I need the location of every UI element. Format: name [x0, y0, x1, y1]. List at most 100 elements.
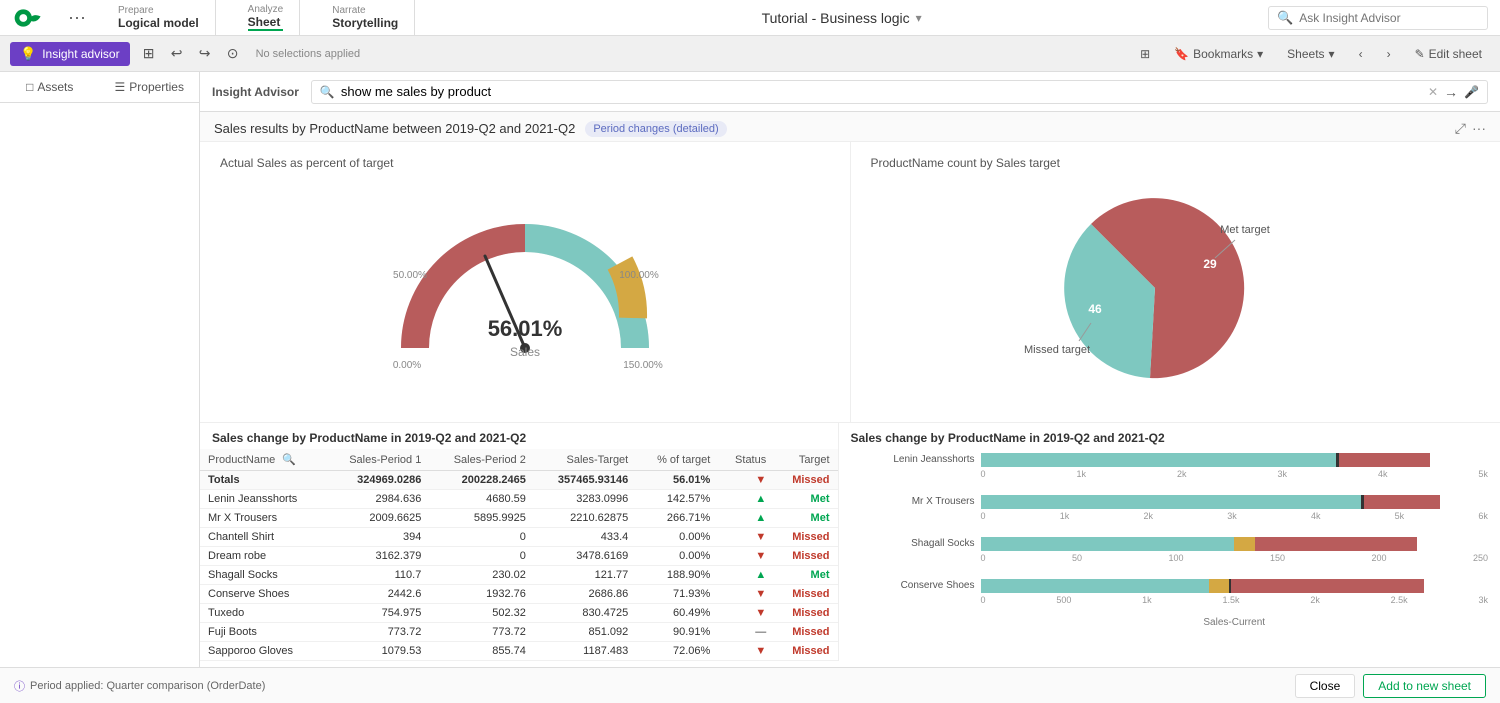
totals-row: Totals 324969.0286 200228.2465 357465.93… — [200, 471, 838, 490]
row-period2: 230.02 — [429, 566, 534, 585]
nav-prepare[interactable]: Prepare Logical model — [102, 0, 216, 35]
row-pct: 142.57% — [636, 490, 718, 509]
row-period2: 0 — [429, 528, 534, 547]
insight-search-input[interactable] — [341, 84, 1422, 99]
grid-view-button[interactable]: ⊞ — [1132, 44, 1158, 64]
row-period2: 0 — [429, 547, 534, 566]
close-button[interactable]: Close — [1295, 674, 1356, 698]
row-period1: 1079.53 — [325, 642, 430, 661]
more-options-icon[interactable]: ··· — [1472, 120, 1486, 137]
svg-text:Sales: Sales — [510, 345, 540, 359]
nav-left-button[interactable]: ‹ — [1351, 44, 1371, 64]
bar-red-4 — [1231, 579, 1424, 593]
svg-text:50.00%: 50.00% — [393, 270, 427, 281]
nav-right-button[interactable]: › — [1379, 44, 1399, 64]
insight-advisor-icon: 💡 — [20, 46, 36, 62]
nav-more-icon[interactable]: ··· — [68, 7, 86, 28]
totals-status: Missed — [774, 471, 837, 490]
bar-3 — [981, 537, 1489, 551]
col-status: Status — [718, 449, 774, 471]
bottom-section: Sales change by ProductName in 2019-Q2 a… — [200, 422, 1500, 661]
edit-sheet-button[interactable]: ✎ Edit sheet — [1407, 44, 1490, 64]
row-target: 1187.483 — [534, 642, 636, 661]
properties-tab[interactable]: ☰ Properties — [100, 72, 200, 102]
row-trend: ▼ — [718, 604, 774, 623]
nav-narrate[interactable]: Narrate Storytelling — [316, 0, 415, 35]
selections-icon[interactable]: ⊞ — [138, 43, 160, 65]
insight-advisor-button[interactable]: 💡 Insight advisor — [10, 42, 130, 66]
totals-pct: 56.01% — [636, 471, 718, 490]
period-badge: Period changes (detailed) — [585, 121, 726, 137]
row-name: Mr X Trousers — [200, 509, 325, 528]
svg-text:29: 29 — [1204, 257, 1218, 271]
row-status: Missed — [774, 528, 837, 547]
row-period2: 855.74 — [429, 642, 534, 661]
ask-insight-search[interactable]: 🔍 — [1268, 6, 1488, 30]
row-period2: 502.32 — [429, 604, 534, 623]
totals-name: Totals — [200, 471, 325, 490]
svg-text:150.00%: 150.00% — [623, 360, 663, 371]
row-period1: 2984.636 — [325, 490, 430, 509]
add-to-new-sheet-button[interactable]: Add to new sheet — [1363, 674, 1486, 698]
bar-1 — [981, 453, 1489, 467]
clear-search-icon[interactable]: ✕ — [1428, 85, 1438, 99]
table-row: Dream robe 3162.379 0 3478.6169 0.00% ▼ … — [200, 547, 838, 566]
redo-icon[interactable]: ↪ — [194, 43, 216, 65]
row-status: Missed — [774, 642, 837, 661]
voice-search-icon[interactable]: 🎤 — [1464, 85, 1479, 99]
footer-info: ⓘ Period applied: Quarter comparison (Or… — [14, 678, 265, 694]
x-axis-2: 01k2k3k4k5k6k — [981, 511, 1489, 521]
col-period2: Sales-Period 2 — [429, 449, 534, 471]
toolbar-icons: ⊞ ↩ ↪ ⊙ — [138, 43, 244, 65]
totals-period2: 200228.2465 — [429, 471, 534, 490]
svg-text:56.01%: 56.01% — [487, 316, 562, 341]
svg-text:100.00%: 100.00% — [619, 270, 659, 281]
row-pct: 266.71% — [636, 509, 718, 528]
nav-analyze[interactable]: Analyze Sheet — [232, 0, 301, 35]
bar-red-1 — [1339, 453, 1430, 467]
search-magnifier-icon: 🔍 — [320, 85, 335, 99]
row-trend: ▼ — [718, 547, 774, 566]
insight-advisor-title: Insight Advisor — [200, 85, 311, 99]
pie-panel: ProductName count by Sales target 46 29 — [851, 142, 1500, 422]
no-selections-label: No selections applied — [256, 48, 361, 60]
ask-insight-input[interactable] — [1299, 11, 1479, 25]
row-period1: 394 — [325, 528, 430, 547]
expand-icon[interactable]: ⤢ — [1455, 120, 1466, 137]
row-status: Missed — [774, 604, 837, 623]
table-row: Chantell Shirt 394 0 433.4 0.00% ▼ Misse… — [200, 528, 838, 547]
search-filter-icon[interactable]: 🔍 — [282, 454, 296, 466]
bar-4 — [981, 579, 1489, 593]
lock-icon[interactable]: ⊙ — [222, 43, 244, 65]
row-period1: 110.7 — [325, 566, 430, 585]
bar-teal-1 — [981, 453, 1336, 467]
assets-tab[interactable]: □ Assets — [0, 72, 100, 102]
bar-label-1: Lenin Jeansshorts — [851, 453, 979, 467]
bar-row-4: Conserve Shoes 05001k1.5k2k2.5k3k — [981, 579, 1489, 605]
row-status: Met — [774, 509, 837, 528]
bar-teal-4 — [981, 579, 1209, 593]
row-status: Met — [774, 566, 837, 585]
data-table: ProductName 🔍 Sales-Period 1 Sales-Perio… — [200, 449, 838, 661]
row-target: 2686.86 — [534, 585, 636, 604]
bar-label-4: Conserve Shoes — [851, 579, 979, 593]
bar-chart-area: Lenin Jeansshorts 01k2k3k4k5k Mr X Trous… — [851, 453, 1489, 628]
row-name: Shagall Socks — [200, 566, 325, 585]
submit-search-icon[interactable]: → — [1444, 84, 1458, 100]
row-pct: 72.06% — [636, 642, 718, 661]
footer: ⓘ Period applied: Quarter comparison (Or… — [0, 667, 1500, 703]
undo-icon[interactable]: ↩ — [166, 43, 188, 65]
row-name: Chantell Shirt — [200, 528, 325, 547]
bookmarks-button[interactable]: 🔖 Bookmarks ▾ — [1166, 44, 1271, 64]
row-target: 3478.6169 — [534, 547, 636, 566]
row-target: 433.4 — [534, 528, 636, 547]
row-pct: 0.00% — [636, 528, 718, 547]
row-trend: ▼ — [718, 528, 774, 547]
col-target-flag: Target — [774, 449, 837, 471]
sheets-button[interactable]: Sheets ▾ — [1279, 44, 1342, 64]
svg-text:0.00%: 0.00% — [393, 360, 421, 371]
col-target: Sales-Target — [534, 449, 636, 471]
col-period1: Sales-Period 1 — [325, 449, 430, 471]
row-pct: 0.00% — [636, 547, 718, 566]
toolbar: 💡 Insight advisor ⊞ ↩ ↪ ⊙ No selections … — [0, 36, 1500, 72]
